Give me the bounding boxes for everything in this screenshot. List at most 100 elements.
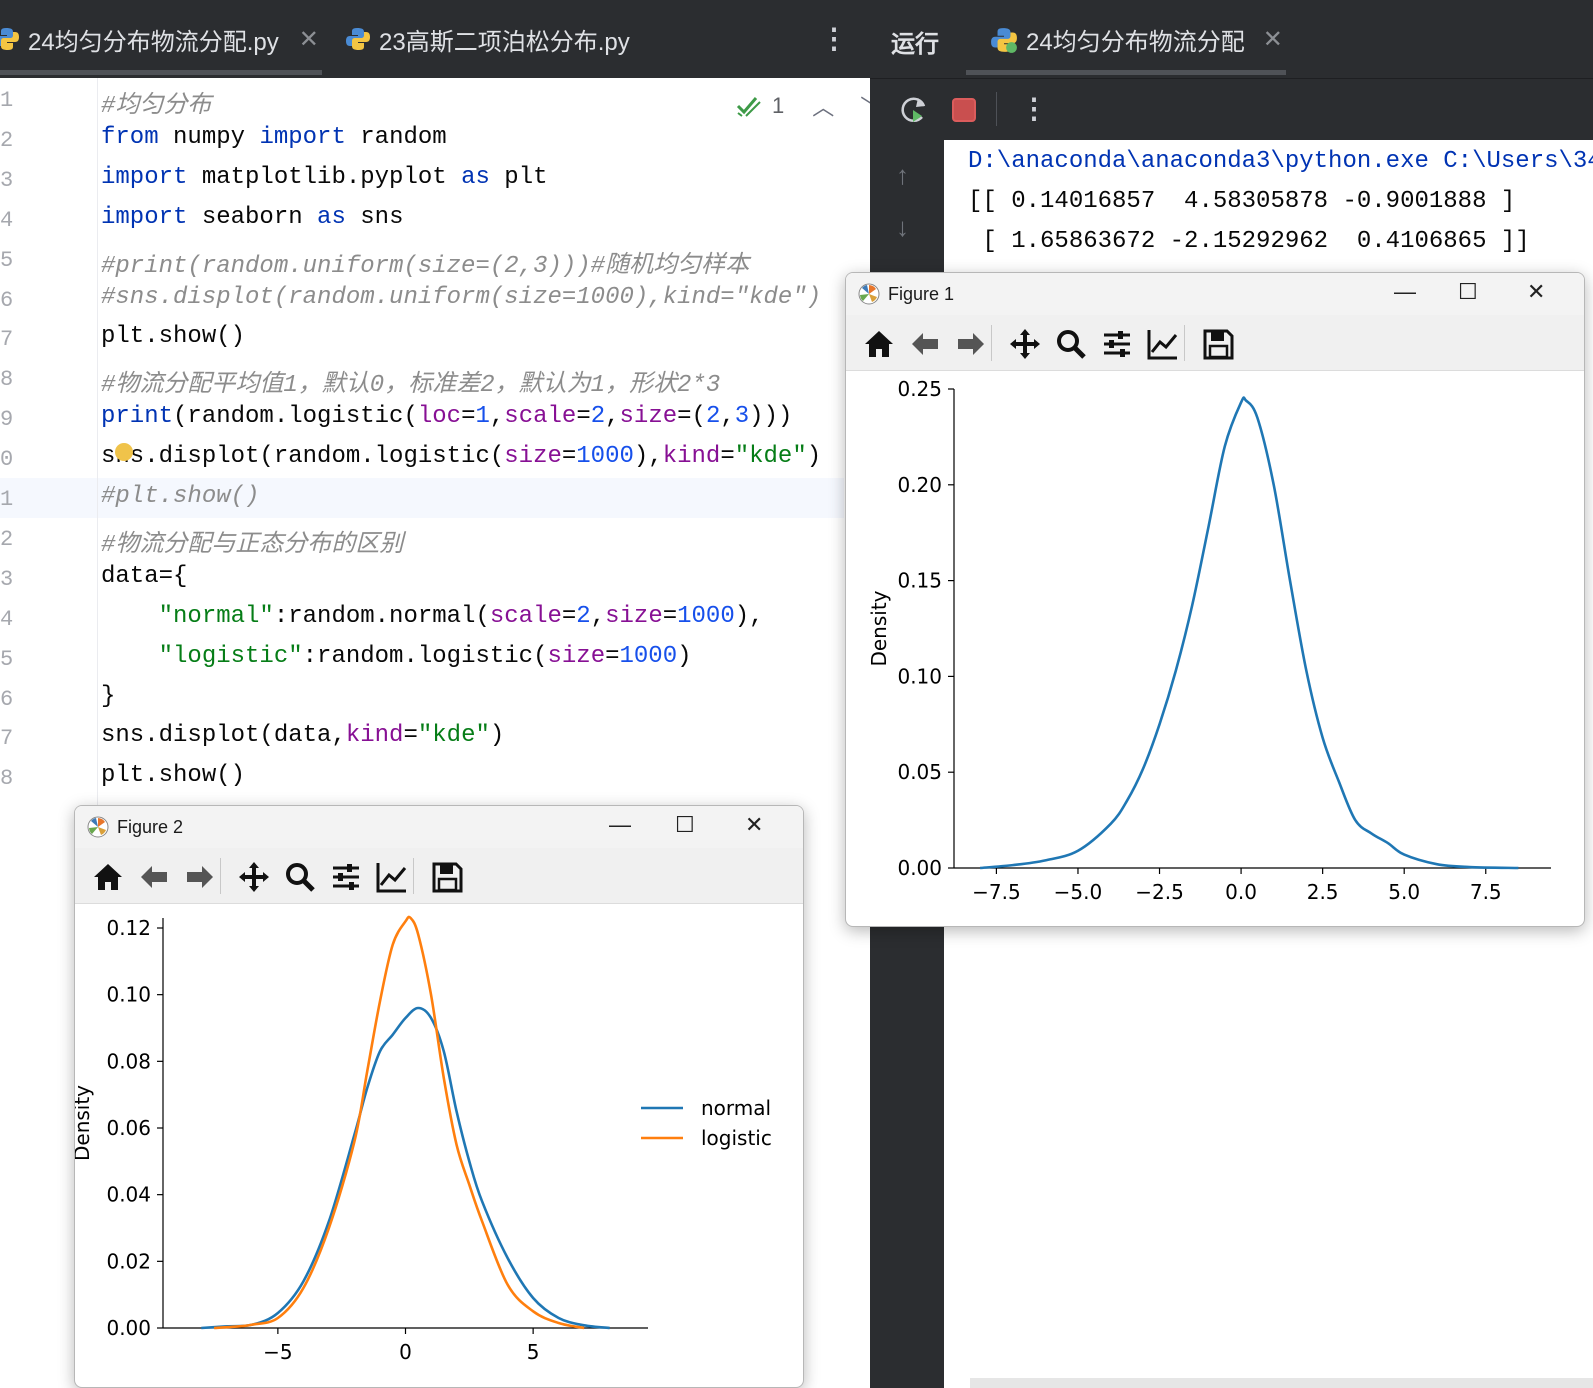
arrow-down-icon[interactable]: ↓: [896, 212, 909, 243]
window-title: Figure 1: [888, 284, 955, 304]
code-token: =: [461, 403, 476, 431]
code-token: }: [101, 682, 116, 710]
window-titlebar[interactable]: Figure 1 — ☐ ✕: [846, 273, 1584, 315]
x-tick-label: −7.5: [972, 880, 1021, 904]
back-icon[interactable]: [908, 327, 942, 361]
code-token: #plt.show(): [101, 483, 260, 510]
chevron-up-icon[interactable]: ︿: [812, 90, 834, 122]
pan-icon[interactable]: [237, 860, 271, 894]
home-icon[interactable]: [91, 860, 125, 894]
code-line[interactable]: "normal":random.normal(scale=2,size=1000…: [101, 603, 764, 630]
tab-24-uniform-logistic[interactable]: 24均匀分布物流分配.py ✕: [0, 0, 319, 78]
inspection-widget[interactable]: 1 ︿ ﹀: [736, 90, 882, 122]
maximize-icon[interactable]: ☐: [1458, 279, 1478, 305]
code-token: #sns.displot(random.uniform(size=1000),k…: [101, 283, 822, 311]
y-tick-label: 0.02: [106, 1249, 151, 1273]
figure-2-window[interactable]: Figure 2 — ☐ ✕ 0.00 0.02 0.04 0.06 0.08 0.10 0…: [74, 805, 804, 1388]
code-token: ): [806, 443, 822, 471]
line-number: 6: [0, 686, 14, 712]
close-window-icon[interactable]: ✕: [1527, 279, 1545, 305]
figure-1-window[interactable]: Figure 1 — ☐ ✕ 0.00 0.05 0.10 0.15 0.20 0.25 −…: [845, 272, 1585, 927]
active-tab-indicator: [966, 70, 1286, 75]
code-line[interactable]: #物流分配与正态分布的区别: [101, 523, 403, 559]
y-axis-label: Density: [867, 590, 891, 666]
configure-subplots-icon[interactable]: [329, 860, 363, 894]
close-tab-icon[interactable]: ✕: [1263, 25, 1283, 54]
code-line[interactable]: plt.show(): [101, 323, 245, 350]
code-line[interactable]: plt.show(): [101, 762, 245, 789]
line-number: 1: [0, 487, 14, 512]
back-icon[interactable]: [137, 860, 171, 894]
code-line[interactable]: data={: [101, 563, 187, 590]
stop-icon[interactable]: [952, 98, 976, 122]
pan-icon[interactable]: [1008, 327, 1042, 361]
code-token: sns.displot(data,: [101, 722, 346, 750]
code-line[interactable]: #均匀分布: [101, 84, 211, 120]
code-token: "normal": [158, 602, 274, 630]
window-titlebar[interactable]: Figure 2 — ☐ ✕: [75, 806, 803, 848]
code-token: ))): [749, 403, 793, 431]
minimize-icon[interactable]: —: [1394, 279, 1416, 305]
figure-1-plot[interactable]: 0.00 0.05 0.10 0.15 0.20 0.25 −7.5 −5.0 −2.5 0.0 2…: [846, 371, 1585, 927]
close-tab-icon[interactable]: ✕: [299, 25, 319, 54]
line-number: 8: [0, 367, 14, 393]
toolbar-separator: [996, 92, 997, 126]
code-token: "kde": [417, 722, 490, 750]
home-icon[interactable]: [862, 327, 896, 361]
tab-23-gauss-binomial-poisson[interactable]: 23高斯二项泊松分布.py: [345, 0, 630, 78]
code-token: =: [403, 722, 418, 750]
edit-axis-icon[interactable]: [1146, 327, 1180, 361]
rerun-icon[interactable]: [898, 94, 930, 126]
code-line[interactable]: }: [101, 683, 115, 710]
code-line[interactable]: #print(random.uniform(size=(2,3)))#随机均匀样…: [101, 244, 749, 280]
code-token: size: [504, 443, 562, 471]
tab-label: 23高斯二项泊松分布.py: [379, 28, 630, 56]
code-line[interactable]: import seaborn as sns: [101, 204, 403, 231]
save-icon[interactable]: [430, 860, 464, 894]
close-window-icon[interactable]: ✕: [745, 812, 763, 838]
code-line[interactable]: #plt.show(): [101, 483, 259, 510]
edit-axis-icon[interactable]: [375, 860, 409, 894]
configure-subplots-icon[interactable]: [1100, 327, 1134, 361]
arrow-up-icon[interactable]: ↑: [896, 160, 909, 191]
horizontal-scrollbar[interactable]: [970, 1378, 1593, 1388]
maximize-icon[interactable]: ☐: [675, 812, 695, 838]
code-line[interactable]: #sns.displot(random.uniform(size=1000),k…: [101, 284, 821, 311]
code-token: import: [101, 203, 188, 231]
code-token: (random.logistic(: [173, 403, 418, 431]
run-config-tab[interactable]: 24均匀分布物流分配 ✕: [990, 22, 1283, 57]
code-token: =: [561, 443, 577, 471]
matplotlib-toolbar: [75, 848, 803, 904]
kde-line-normal: [201, 1006, 610, 1330]
code-token: ,: [489, 403, 505, 431]
code-line[interactable]: sns.displot(random.logistic(size=1000),k…: [101, 443, 821, 470]
figure-2-plot[interactable]: 0.00 0.02 0.04 0.06 0.08 0.10 0.12 −5 0 5 Density n…: [75, 904, 804, 1388]
save-icon[interactable]: [1201, 327, 1235, 361]
run-toolbar: [870, 78, 1593, 140]
zoom-icon[interactable]: [283, 860, 317, 894]
code-line[interactable]: from numpy import random: [101, 124, 447, 151]
legend-label: normal: [701, 1096, 771, 1120]
code-token: ),: [734, 602, 764, 630]
line-number: 4: [0, 207, 14, 233]
forward-icon[interactable]: [954, 327, 988, 361]
code-line[interactable]: sns.displot(data,kind="kde"): [101, 722, 504, 749]
code-line[interactable]: import matplotlib.pyplot as plt: [101, 164, 548, 191]
code-token: scale: [504, 403, 577, 431]
more-vertical-icon[interactable]: ⋮: [820, 22, 848, 55]
code-token: #print(random.uniform(size=(2,3)))#随机均匀样…: [101, 252, 750, 280]
line-number: 2: [0, 127, 14, 153]
code-token: 2: [590, 403, 606, 431]
more-vertical-icon[interactable]: ⋮: [1020, 92, 1048, 125]
code-token: =: [720, 443, 735, 471]
python-file-icon: [346, 28, 370, 50]
minimize-icon[interactable]: —: [609, 812, 631, 838]
code-line[interactable]: #物流分配平均值1，默认0，标准差2，默认为1，形状2*3: [101, 363, 720, 399]
forward-icon[interactable]: [183, 860, 217, 894]
code-line[interactable]: print(random.logistic(loc=1,scale=2,size…: [101, 403, 792, 430]
intention-bulb-icon[interactable]: [115, 443, 133, 461]
code-line[interactable]: "logistic":random.logistic(size=1000): [101, 643, 692, 670]
y-tick-label: 0.00: [106, 1316, 151, 1340]
zoom-icon[interactable]: [1054, 327, 1088, 361]
